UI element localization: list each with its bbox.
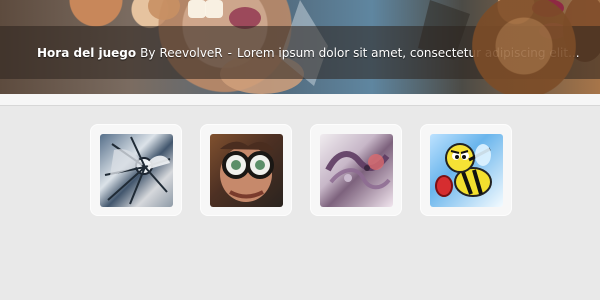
slider-widget: Hora del juego By ReevolveR - Lorem ipsu… (0, 0, 600, 300)
abstract-art-icon (324, 150, 391, 189)
character-face-icon (219, 141, 274, 202)
thumbnail-4[interactable] (420, 124, 512, 216)
featured-slide[interactable]: Hora del juego By ReevolveR - Lorem ipsu… (0, 0, 600, 94)
slide-description: Lorem ipsum dolor sit amet, consectetur … (237, 45, 580, 60)
slide-separator: - (227, 45, 232, 60)
thumbnail-image-2 (209, 133, 283, 207)
slider-divider (0, 94, 600, 106)
thumbnail-image-3 (319, 133, 393, 207)
thumbnail-image-4 (429, 133, 503, 207)
thumbnail-3[interactable] (310, 124, 402, 216)
thumbnail-strip (90, 124, 514, 216)
angry-bee-icon (434, 142, 492, 197)
fan-artwork-icon (104, 136, 170, 204)
slide-title[interactable]: Hora del juego (37, 46, 136, 60)
thumbnail-1[interactable] (90, 124, 182, 216)
slide-by-label: By (140, 45, 156, 60)
thumbnail-2[interactable] (200, 124, 292, 216)
thumbnail-image-1 (99, 133, 173, 207)
slide-caption[interactable]: Hora del juego By ReevolveR - Lorem ipsu… (0, 26, 600, 79)
slide-author: ReevolveR (159, 45, 223, 60)
